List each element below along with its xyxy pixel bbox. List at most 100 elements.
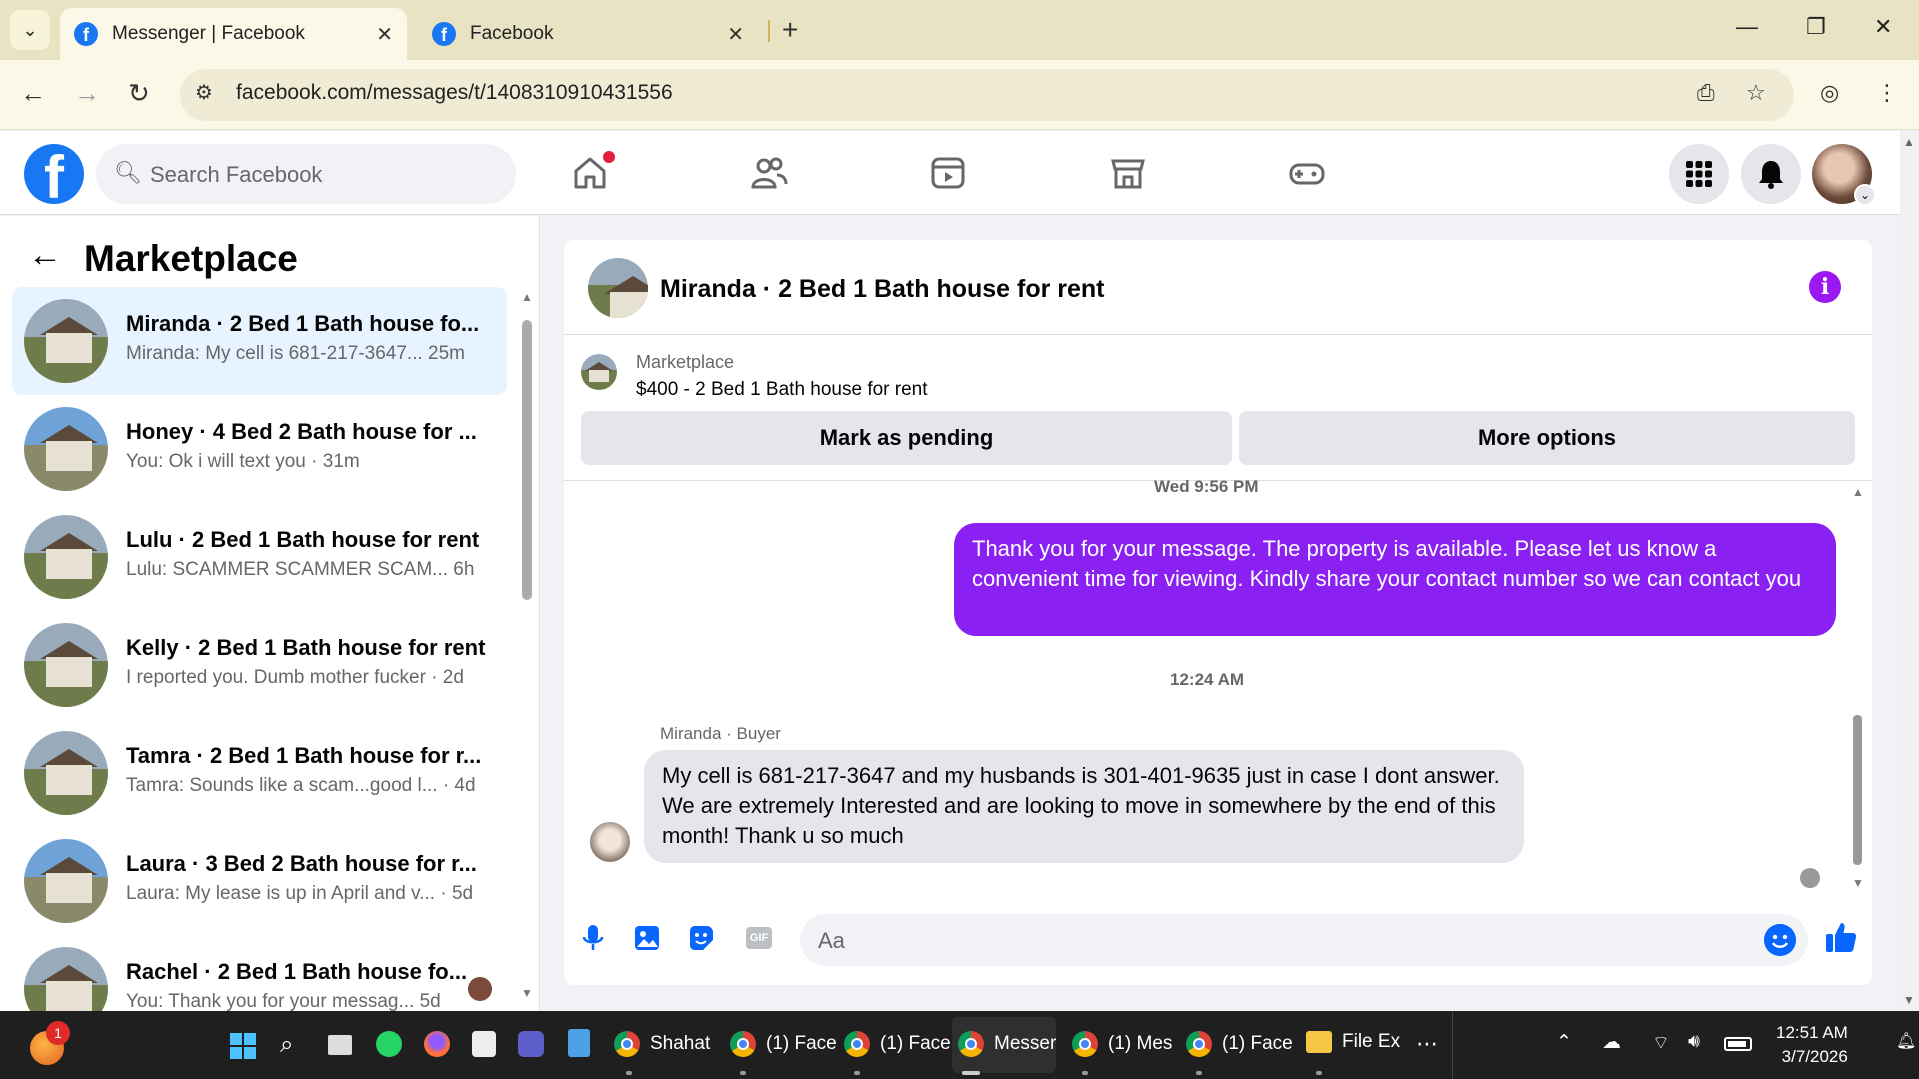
restore-icon[interactable]: ❐ xyxy=(1806,14,1826,40)
chat-panel: Miranda · 2 Bed 1 Bath house for rent i … xyxy=(564,240,1872,985)
outgoing-message[interactable]: Thank you for your message. The property… xyxy=(954,523,1836,636)
sender-avatar[interactable] xyxy=(590,822,630,862)
minimize-icon[interactable]: — xyxy=(1736,14,1758,40)
conversation-item[interactable]: Miranda · 2 Bed 1 Bath house fo... Miran… xyxy=(12,287,507,395)
scroll-up-icon[interactable]: ▲ xyxy=(1852,485,1864,499)
notes-app-icon[interactable] xyxy=(472,1031,496,1057)
mark-as-pending-button[interactable]: Mark as pending xyxy=(581,411,1232,465)
listing-thumbnail[interactable] xyxy=(581,354,617,390)
system-clock[interactable]: 12:51 AM 3/7/2026 xyxy=(1776,1021,1848,1069)
site-settings-icon[interactable]: ⚙ xyxy=(195,80,213,105)
menu-grid-button[interactable] xyxy=(1669,144,1729,204)
scroll-down-icon[interactable]: ▼ xyxy=(521,986,533,1000)
taskbar-chrome-window-active[interactable]: Messer xyxy=(958,1031,1056,1057)
back-arrow-icon[interactable]: ← xyxy=(28,236,62,275)
taskbar-divider xyxy=(1452,1011,1453,1079)
taskbar-chrome-window[interactable]: Shahat xyxy=(614,1031,710,1057)
conversation-item[interactable]: Tamra · 2 Bed 1 Bath house for r... Tamr… xyxy=(12,719,507,827)
sender-label: Miranda · Buyer xyxy=(660,724,781,743)
sticker-icon[interactable] xyxy=(686,923,716,953)
listing-thumbnail xyxy=(24,407,108,491)
window-close-icon[interactable]: ✕ xyxy=(1874,14,1892,40)
taskbar-file-explorer[interactable]: File Ex xyxy=(1306,1031,1400,1053)
notepad-icon[interactable] xyxy=(568,1029,590,1057)
account-avatar[interactable]: ⌄ xyxy=(1812,144,1876,206)
search-facebook-input[interactable]: 🔍︎ Search Facebook xyxy=(96,144,516,204)
more-icon[interactable]: ⋯ xyxy=(1416,1031,1438,1057)
seen-avatar xyxy=(1800,868,1820,888)
taskbar-chrome-window[interactable]: (1) Mes xyxy=(1072,1031,1172,1057)
sidebar-scrollbar[interactable]: ▲ ▼ xyxy=(520,290,534,1000)
scroll-down-icon[interactable]: ▼ xyxy=(1852,876,1864,890)
conversation-item[interactable]: Lulu · 2 Bed 1 Bath house for rent Lulu:… xyxy=(12,503,507,611)
chat-scrollbar[interactable]: ▲ ▼ xyxy=(1850,485,1866,890)
facebook-logo-icon[interactable]: f xyxy=(24,144,84,204)
bell-icon xyxy=(1759,161,1783,189)
tab-search-button[interactable]: ⌄ xyxy=(10,10,50,50)
battery-icon[interactable] xyxy=(1724,1037,1752,1051)
video-icon[interactable] xyxy=(928,153,968,193)
forward-icon[interactable]: → xyxy=(74,78,100,109)
info-icon[interactable]: i xyxy=(1809,271,1841,303)
close-icon[interactable]: ✕ xyxy=(376,22,393,47)
conversation-item[interactable]: Laura · 3 Bed 2 Bath house for r... Laur… xyxy=(12,827,507,935)
friends-icon[interactable] xyxy=(749,153,789,193)
scrollbar-thumb[interactable] xyxy=(522,320,532,600)
tab-messenger[interactable]: f Messenger | Facebook ✕ xyxy=(60,8,407,60)
conversation-preview: Tamra: Sounds like a scam...good l... · … xyxy=(126,775,476,796)
scroll-up-icon[interactable]: ▲ xyxy=(1903,135,1915,149)
notifications-button[interactable] xyxy=(1741,144,1801,204)
cloud-off-icon[interactable]: ☁ xyxy=(1602,1031,1621,1054)
taskbar-chrome-window[interactable]: (1) Face xyxy=(844,1031,951,1057)
search-icon[interactable]: ⌕ xyxy=(280,1031,293,1059)
search-icon: 🔍︎ xyxy=(114,160,142,185)
microphone-icon[interactable] xyxy=(578,923,608,953)
scroll-up-icon[interactable]: ▲ xyxy=(521,290,533,304)
chat-title[interactable]: Miranda · 2 Bed 1 Bath house for rent xyxy=(660,275,1105,304)
wifi-icon[interactable]: ⌔ xyxy=(1652,1031,1670,1055)
url-text[interactable]: facebook.com/messages/t/1408310910431556 xyxy=(236,81,673,105)
teams-icon[interactable] xyxy=(518,1031,544,1057)
new-tab-button[interactable]: + xyxy=(782,14,798,46)
scrollbar-thumb[interactable] xyxy=(1853,715,1862,865)
more-menu-icon[interactable]: ⋮ xyxy=(1876,80,1898,106)
emoji-icon[interactable] xyxy=(1764,924,1796,956)
incoming-message[interactable]: My cell is 681-217-3647 and my husbands … xyxy=(644,750,1524,863)
chevron-up-icon[interactable]: ⌃ xyxy=(1556,1031,1572,1054)
taskbar-chrome-window[interactable]: (1) Face xyxy=(730,1031,837,1057)
conversation-item[interactable]: Honey · 4 Bed 2 Bath house for ... You: … xyxy=(12,395,507,503)
volume-icon[interactable]: 🔊︎ xyxy=(1688,1031,1700,1053)
windows-taskbar: 1 ⌕ Shahat (1) Face (1) Face Messer (1) … xyxy=(0,1011,1919,1079)
task-view-icon[interactable] xyxy=(328,1035,352,1055)
conversation-list: Miranda · 2 Bed 1 Bath house fo... Miran… xyxy=(12,287,507,1043)
windows-start-icon[interactable] xyxy=(230,1033,256,1059)
page-scrollbar[interactable]: ▲ ▼ xyxy=(1900,131,1919,1011)
gaming-icon[interactable] xyxy=(1287,153,1327,193)
message-input[interactable]: Aa xyxy=(800,914,1808,966)
chrome-icon xyxy=(1072,1031,1098,1057)
listing-thumbnail xyxy=(24,731,108,815)
back-icon[interactable]: ← xyxy=(20,78,46,109)
notification-bell-icon[interactable]: 🔔︎ xyxy=(1896,1031,1916,1051)
profile-icon[interactable]: ◎ xyxy=(1820,80,1839,106)
scroll-down-icon[interactable]: ▼ xyxy=(1903,993,1915,1007)
bookmark-star-icon[interactable]: ☆ xyxy=(1746,80,1766,106)
message-timestamp: Wed 9:56 PM xyxy=(1154,477,1259,496)
install-app-icon[interactable]: ⎙ xyxy=(1697,80,1715,106)
listing-title[interactable]: $400 - 2 Bed 1 Bath house for rent xyxy=(636,379,928,401)
chat-avatar[interactable] xyxy=(588,258,648,318)
photo-icon[interactable] xyxy=(632,923,662,953)
gif-icon[interactable]: GIF xyxy=(746,927,772,949)
taskbar-window-label: (1) Face xyxy=(766,1033,837,1054)
taskbar-chrome-window[interactable]: (1) Face xyxy=(1186,1031,1293,1057)
close-icon[interactable]: ✕ xyxy=(727,22,744,47)
tab-facebook[interactable]: f Facebook ✕ xyxy=(418,8,758,60)
thumbs-up-icon[interactable] xyxy=(1824,920,1858,954)
whatsapp-icon[interactable] xyxy=(376,1031,402,1057)
marketplace-icon[interactable] xyxy=(1108,153,1148,193)
reload-icon[interactable]: ↻ xyxy=(128,78,150,109)
conversation-item[interactable]: Kelly · 2 Bed 1 Bath house for rent I re… xyxy=(12,611,507,719)
more-options-button[interactable]: More options xyxy=(1239,411,1855,465)
firefox-icon[interactable] xyxy=(424,1031,450,1057)
running-indicator xyxy=(854,1071,860,1075)
